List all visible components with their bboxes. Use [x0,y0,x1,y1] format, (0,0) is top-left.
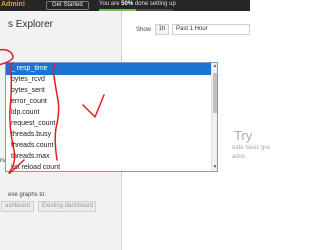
existing-dashboard-button[interactable]: Existing dashboard [38,201,96,212]
setup-progress-suffix: done setting up [133,1,176,7]
setup-progress-percent: 50% [121,1,134,7]
admin-greeting: Admin! [1,1,26,8]
empty-state-line-1: eate basic gra [232,145,270,151]
show-label: Show [136,27,152,33]
scroll-down-arrow-icon[interactable]: ▼ [212,164,217,170]
time-unit-button[interactable]: 1h [155,24,169,35]
empty-state-line-2: adve [232,154,246,160]
metric-option-label: ilst reload count [11,164,61,171]
time-range-select[interactable]: Past 1 Hour [172,24,250,35]
empty-state-text: eate basic gra adve [232,144,270,162]
setup-progress-prefix: You are [99,1,122,7]
list-scrollbar[interactable]: ▲ ▼ [211,63,217,171]
setup-banner: Admin! Get Started You are 50% done sett… [0,0,250,11]
scrollbar-thumb[interactable] [213,73,217,113]
scroll-up-arrow-icon[interactable]: ▲ [212,63,217,69]
metric-option[interactable]: ilst reload count [6,162,211,171]
empty-state-title: Try [234,128,253,143]
setup-progress-text: You are 50% done setting up [99,1,176,7]
get-started-button[interactable]: Get Started [46,1,89,10]
metric-dropdown-list[interactable]: _ resp_time bytes_rcvd bytes_sent error_… [5,62,218,172]
new-dashboard-button[interactable]: ashboard [1,201,34,212]
export-graphs-text: ese graphs to: [8,192,47,198]
page-title: s Explorer [8,19,54,30]
